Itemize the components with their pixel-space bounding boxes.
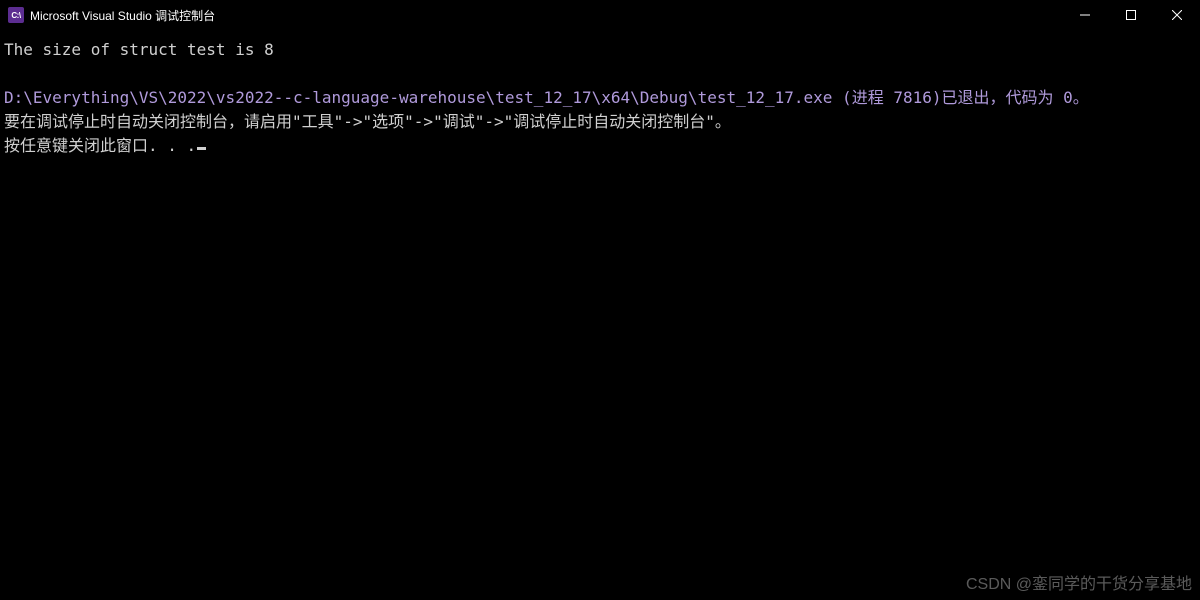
- exit-path-line: D:\Everything\VS\2022\vs2022--c-language…: [4, 86, 1196, 110]
- titlebar-left: C:\ Microsoft Visual Studio 调试控制台: [8, 7, 215, 24]
- window-title: Microsoft Visual Studio 调试控制台: [30, 7, 215, 24]
- minimize-icon: [1080, 10, 1090, 20]
- watermark: CSDN @銮同学的干货分享基地: [966, 570, 1192, 594]
- cursor-icon: [197, 147, 206, 150]
- hint-line: 要在调试停止时自动关闭控制台，请启用"工具"->"选项"->"调试"->"调试停…: [4, 110, 1196, 134]
- window-controls: [1062, 0, 1200, 30]
- close-icon: [1172, 10, 1182, 20]
- app-icon: C:\: [8, 7, 24, 23]
- blank-line: [4, 62, 1196, 86]
- titlebar: C:\ Microsoft Visual Studio 调试控制台: [0, 0, 1200, 30]
- maximize-icon: [1126, 10, 1136, 20]
- minimize-button[interactable]: [1062, 0, 1108, 30]
- console-area[interactable]: The size of struct test is 8 D:\Everythi…: [0, 30, 1200, 162]
- close-button[interactable]: [1154, 0, 1200, 30]
- output-line: The size of struct test is 8: [4, 38, 1196, 62]
- prompt-line: 按任意键关闭此窗口. . .: [4, 134, 1196, 158]
- maximize-button[interactable]: [1108, 0, 1154, 30]
